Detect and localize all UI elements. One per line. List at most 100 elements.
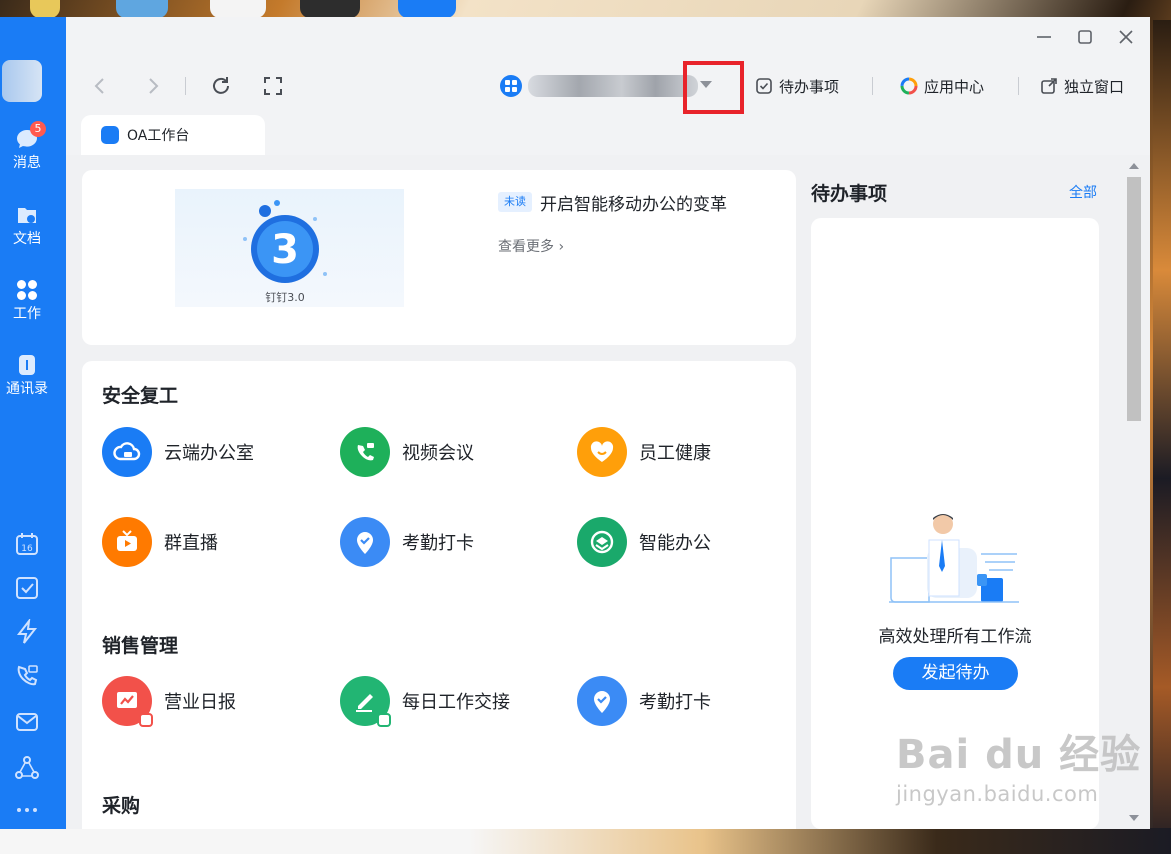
app-smart-office[interactable]: 智能办公: [577, 517, 711, 567]
baidu-watermark: Bai du 经验 jingyan.baidu.com: [896, 722, 1141, 806]
todo-panel-title: 待办事项: [811, 183, 888, 205]
app-attendance[interactable]: 考勤打卡: [577, 676, 711, 726]
app-label: 群直播: [164, 533, 218, 554]
app-label: 考勤打卡: [402, 533, 474, 554]
todo-all-link[interactable]: 全部: [1069, 182, 1097, 202]
banner-title[interactable]: 开启智能移动办公的变革: [540, 190, 727, 215]
desktop-wallpaper-bottom: [0, 828, 1171, 854]
scroll-up-arrow-icon[interactable]: [1129, 163, 1139, 169]
app-video-meeting[interactable]: 视频会议: [340, 427, 474, 477]
create-todo-button[interactable]: 发起待办: [893, 657, 1018, 690]
app-cloud-office[interactable]: 云端办公室: [102, 427, 254, 477]
sidebar: 5 消息 文档 工作 通讯录 16: [0, 17, 66, 829]
sidebar-item-label: 工作: [13, 306, 41, 322]
app-daily-report[interactable]: 营业日报: [102, 676, 236, 727]
desktop-wallpaper-right: [1153, 20, 1171, 854]
app-label: 云端办公室: [164, 443, 254, 464]
unread-tag: 未读: [498, 192, 532, 212]
contacts-book-icon: [19, 355, 35, 375]
see-more-label: 查看更多: [498, 239, 554, 255]
watermark-line2: jingyan.baidu.com: [896, 782, 1099, 806]
edit-badge-icon: [139, 713, 153, 727]
close-button[interactable]: [1114, 25, 1138, 49]
back-button[interactable]: [87, 73, 113, 99]
todo-check-icon[interactable]: [14, 575, 40, 601]
toolbar-divider: [185, 77, 186, 95]
section-title: 采购: [102, 795, 141, 817]
workbench-icon: [101, 126, 119, 144]
scroll-thumb[interactable]: [1127, 177, 1141, 421]
sidebar-item-work[interactable]: 工作: [0, 278, 54, 322]
todo-empty-text: 高效处理所有工作流: [878, 627, 1032, 647]
share-nodes-icon[interactable]: [14, 755, 40, 781]
video-call-icon: [340, 427, 390, 477]
cloud-office-icon: [102, 427, 152, 477]
app-label: 每日工作交接: [402, 692, 510, 713]
app-label: 营业日报: [164, 692, 236, 713]
app-daily-handover[interactable]: 每日工作交接: [340, 676, 510, 727]
sidebar-item-label: 通讯录: [6, 381, 48, 397]
todo-button[interactable]: 待办事项: [755, 75, 839, 97]
grid-apps-icon: [17, 280, 37, 300]
todo-button-label: 待办事项: [779, 77, 840, 96]
app-label: 视频会议: [402, 443, 474, 464]
banner-image: 3 钉钉3.0: [175, 189, 404, 307]
calendar-icon[interactable]: 16: [14, 531, 40, 557]
sidebar-item-docs[interactable]: 文档: [0, 203, 54, 247]
external-window-icon: [1041, 78, 1057, 94]
org-name-blurred[interactable]: [528, 75, 698, 97]
unread-badge: 5: [30, 121, 46, 137]
apps-card: 安全复工 云端办公室 视频会议 员工健康 群直播 考勤打卡 智能办公 销售管理 …: [82, 361, 796, 829]
tab-oa-workbench[interactable]: OA工作台: [81, 115, 265, 155]
more-dots-icon[interactable]: [14, 797, 40, 823]
see-more-link[interactable]: 查看更多 ›: [498, 236, 564, 256]
refresh-button[interactable]: [208, 73, 234, 99]
scroll-down-arrow-icon[interactable]: [1129, 815, 1139, 821]
folder-cloud-icon: [18, 208, 36, 223]
mail-icon[interactable]: [14, 709, 40, 735]
highlight-box: [683, 61, 744, 114]
svg-text:钉钉3.0: 钉钉3.0: [265, 291, 305, 304]
smart-office-icon: [577, 517, 627, 567]
app-window: 5 消息 文档 工作 通讯录 16 待办事项 应用中心 独立窗口 OA工作台 3…: [0, 17, 1150, 829]
svg-text:3: 3: [271, 227, 299, 273]
sidebar-item-messages[interactable]: 5 消息: [0, 121, 54, 171]
check-square-icon: [756, 78, 772, 94]
sidebar-item-label: 消息: [13, 155, 41, 171]
org-grid-icon[interactable]: [500, 75, 522, 97]
report-chart-icon: [102, 676, 153, 727]
forward-button[interactable]: [140, 73, 166, 99]
heart-icon: [577, 427, 627, 477]
app-attendance[interactable]: 考勤打卡: [340, 517, 474, 567]
phone-video-icon[interactable]: [14, 663, 40, 689]
minimize-button[interactable]: [1032, 25, 1056, 49]
office-worker-illustration: [889, 514, 1019, 603]
app-center-label: 应用中心: [924, 77, 985, 96]
app-group-live[interactable]: 群直播: [102, 517, 218, 567]
watermark-line1: Bai du 经验: [896, 732, 1142, 778]
app-label: 员工健康: [639, 443, 711, 464]
fullscreen-button[interactable]: [260, 73, 286, 99]
app-employee-health[interactable]: 员工健康: [577, 427, 711, 477]
maximize-button[interactable]: [1073, 25, 1097, 49]
banner-card[interactable]: 3 钉钉3.0 未读 开启智能移动办公的变革 查看更多 ›: [82, 170, 796, 345]
toolbar-divider: [872, 77, 873, 95]
app-label: 智能办公: [639, 533, 711, 554]
lightning-icon[interactable]: [14, 617, 40, 645]
sidebar-item-contacts[interactable]: 通讯录: [0, 353, 54, 397]
location-check-icon: [340, 517, 390, 567]
section-title: 销售管理: [102, 635, 179, 657]
handover-pen-icon: [340, 676, 391, 727]
app-center-icon: [900, 77, 918, 95]
standalone-window-button[interactable]: 独立窗口: [1040, 75, 1124, 97]
chevron-right-icon: ›: [558, 239, 565, 255]
section-title: 安全复工: [102, 385, 179, 407]
app-center-button[interactable]: 应用中心: [900, 75, 984, 97]
sidebar-item-label: 文档: [13, 231, 41, 247]
avatar[interactable]: [2, 60, 42, 102]
toolbar-divider: [1018, 77, 1019, 95]
edit-badge-icon: [377, 713, 391, 727]
live-tv-icon: [102, 517, 152, 567]
tab-label: OA工作台: [127, 128, 190, 144]
location-check-icon: [577, 676, 627, 726]
